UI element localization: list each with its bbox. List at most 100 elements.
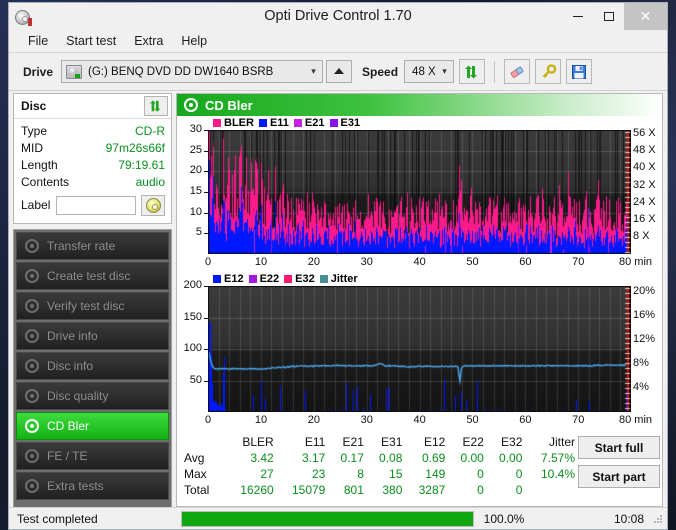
x-axis-tick-label: 40	[413, 414, 426, 427]
statistics-area: BLER E11 E21 E31 E12 E22 E32 Jitter Avg 3.42 3.17…	[177, 430, 662, 506]
menu-item-start-test[interactable]: Start test	[57, 32, 125, 50]
extra-tests-icon	[24, 478, 41, 495]
drive-select[interactable]: (G:) BENQ DVD DD DW1640 BSRB ▾	[61, 60, 324, 83]
x-axis-tick-label: 50	[466, 414, 479, 427]
maximize-icon[interactable]	[593, 3, 624, 30]
optical-drive-icon	[66, 65, 83, 79]
menu-item-extra[interactable]: Extra	[125, 32, 172, 50]
legend-label: BLER	[224, 117, 254, 129]
disc-label-input[interactable]	[55, 195, 136, 215]
disc-row-label: Label	[21, 192, 165, 218]
table-cell: 0	[515, 483, 523, 497]
legend-swatch	[213, 119, 221, 127]
x-axis-tick-label: 70	[572, 414, 585, 427]
erase-disc-button[interactable]	[504, 59, 531, 84]
y-axis-tick	[204, 130, 208, 131]
refresh-button[interactable]	[459, 59, 486, 84]
menu-item-file[interactable]: File	[19, 32, 57, 50]
sidebar-item-verify-test-disc[interactable]: Verify test disc	[16, 292, 169, 320]
speed-label: Speed	[362, 64, 399, 79]
fe-te-icon	[24, 448, 41, 465]
column-header-e31: E31	[381, 435, 403, 449]
disc-info-icon	[24, 358, 41, 375]
sidebar-item-label: Disc info	[47, 359, 94, 373]
y-axis-tick-label: 15	[189, 185, 202, 197]
sidebar-item-fe-te[interactable]: FE / TE	[16, 442, 169, 470]
x-axis-tick-label: 40	[413, 256, 426, 268]
column-header-e32: E32	[501, 435, 523, 449]
sidebar-item-disc-quality[interactable]: Disc quality	[16, 382, 169, 410]
disc-row-length: Length 79:19.61	[21, 156, 165, 173]
chart-lower-canvas	[208, 286, 631, 413]
disc-panel-title: Disc	[21, 99, 47, 113]
start-full-button[interactable]: Start full	[578, 436, 660, 459]
graph-header: CD Bler	[177, 94, 662, 116]
legend-swatch	[329, 119, 338, 127]
y2-axis-tick-label: 40 X	[633, 161, 656, 174]
cd-bler-upper-chart[interactable]: BLER E11 E21 E31 5 10 15 20 25 30 8 X 16 X 24 X 32 X…	[177, 116, 662, 272]
status-bar: Test completed 100.0% 10:08	[9, 507, 667, 529]
legend-item-e21: E21	[293, 117, 325, 129]
status-text: Test completed	[17, 511, 98, 526]
graph-pane: CD Bler BLER E11 E21 E31 5 10 15 20 25 30 8 X 16 X…	[175, 91, 667, 507]
menu-item-help[interactable]: Help	[172, 32, 216, 50]
sidebar-item-drive-info[interactable]: Drive info	[16, 322, 169, 350]
table-cell: 3287	[418, 483, 446, 497]
y2-axis-tick-label: 4%	[633, 381, 649, 394]
eject-icon	[334, 68, 345, 74]
y-axis-tick	[204, 171, 208, 173]
x-axis-tick-label: 30	[360, 414, 373, 427]
cd-bler-icon	[24, 418, 41, 435]
title-bar: Opti Drive Control 1.70 ✕	[9, 3, 667, 30]
cd-bler-lower-chart[interactable]: E12 E22 E32 Jitter 50 100 150 200 4% 8% 12% 16% 20%…	[177, 272, 662, 430]
disc-row-length-label: Length	[21, 157, 58, 172]
table-cell: 0.69	[421, 451, 446, 465]
legend-swatch	[213, 275, 221, 284]
application-window: Opti Drive Control 1.70 ✕ File Start tes…	[8, 2, 668, 530]
read-disc-label-button[interactable]	[141, 194, 165, 216]
legend-item-jitter: Jitter	[319, 273, 358, 285]
menu-bar: File Start test Extra Help	[9, 30, 667, 53]
legend-swatch	[258, 119, 267, 127]
sidebar-item-disc-info[interactable]: Disc info	[16, 352, 169, 380]
settings-key-button[interactable]	[535, 59, 562, 84]
table-cell: 10.4%	[540, 467, 575, 481]
toolbar: Drive (G:) BENQ DVD DD DW1640 BSRB ▾ Spe…	[9, 53, 667, 91]
table-cell: 149	[425, 467, 446, 481]
legend-label: E12	[224, 273, 244, 286]
stats-corner	[181, 434, 225, 450]
sidebar-item-transfer-rate[interactable]: Transfer rate	[16, 232, 169, 260]
y2-axis-tick-label: 20%	[633, 285, 656, 298]
x-axis-tick-label: 50	[466, 256, 479, 268]
progress-bar-fill	[182, 511, 473, 526]
legend-item-e32: E32	[284, 273, 315, 285]
start-part-button[interactable]: Start part	[578, 465, 660, 488]
disc-info-rows: Type CD-R MID 97m26s66f Length 79:19.61 …	[14, 119, 171, 223]
save-button[interactable]	[566, 59, 593, 84]
sidebar-item-create-test-disc[interactable]: Create test disc	[16, 262, 169, 290]
resize-grip-icon[interactable]	[652, 513, 664, 525]
table-cell: 3.42	[250, 451, 274, 465]
y-axis-tick	[204, 233, 208, 235]
x-axis-tick-label: 60	[519, 256, 532, 268]
chart-legend-upper: BLER E11 E21 E31	[213, 117, 360, 129]
y2-axis-tick-label: 8 X	[633, 229, 650, 242]
close-icon[interactable]: ✕	[624, 3, 667, 30]
legend-label: E21	[304, 117, 325, 129]
speed-select[interactable]: 48 X ▾	[404, 60, 455, 83]
sidebar-item-cd-bler[interactable]: CD Bler	[16, 412, 169, 440]
disc-row-contents-value: audio	[135, 174, 165, 189]
table-cell: 0	[515, 467, 523, 481]
refresh-arrows-icon	[149, 100, 161, 112]
disc-row-mid-value: 97m26s66f	[105, 140, 165, 155]
table-cell: 0	[477, 483, 484, 497]
x-axis-tick-label: 10	[254, 256, 268, 268]
table-cell: 0.00	[460, 451, 484, 465]
disc-refresh-button[interactable]	[144, 96, 168, 116]
eject-button[interactable]	[326, 60, 353, 83]
legend-label: E11	[269, 117, 289, 129]
y-axis-tick-label: 100	[183, 342, 202, 355]
minimize-icon[interactable]	[562, 3, 593, 30]
x-axis-tick-label: 0	[205, 256, 212, 268]
sidebar-item-extra-tests[interactable]: Extra tests	[16, 472, 169, 500]
